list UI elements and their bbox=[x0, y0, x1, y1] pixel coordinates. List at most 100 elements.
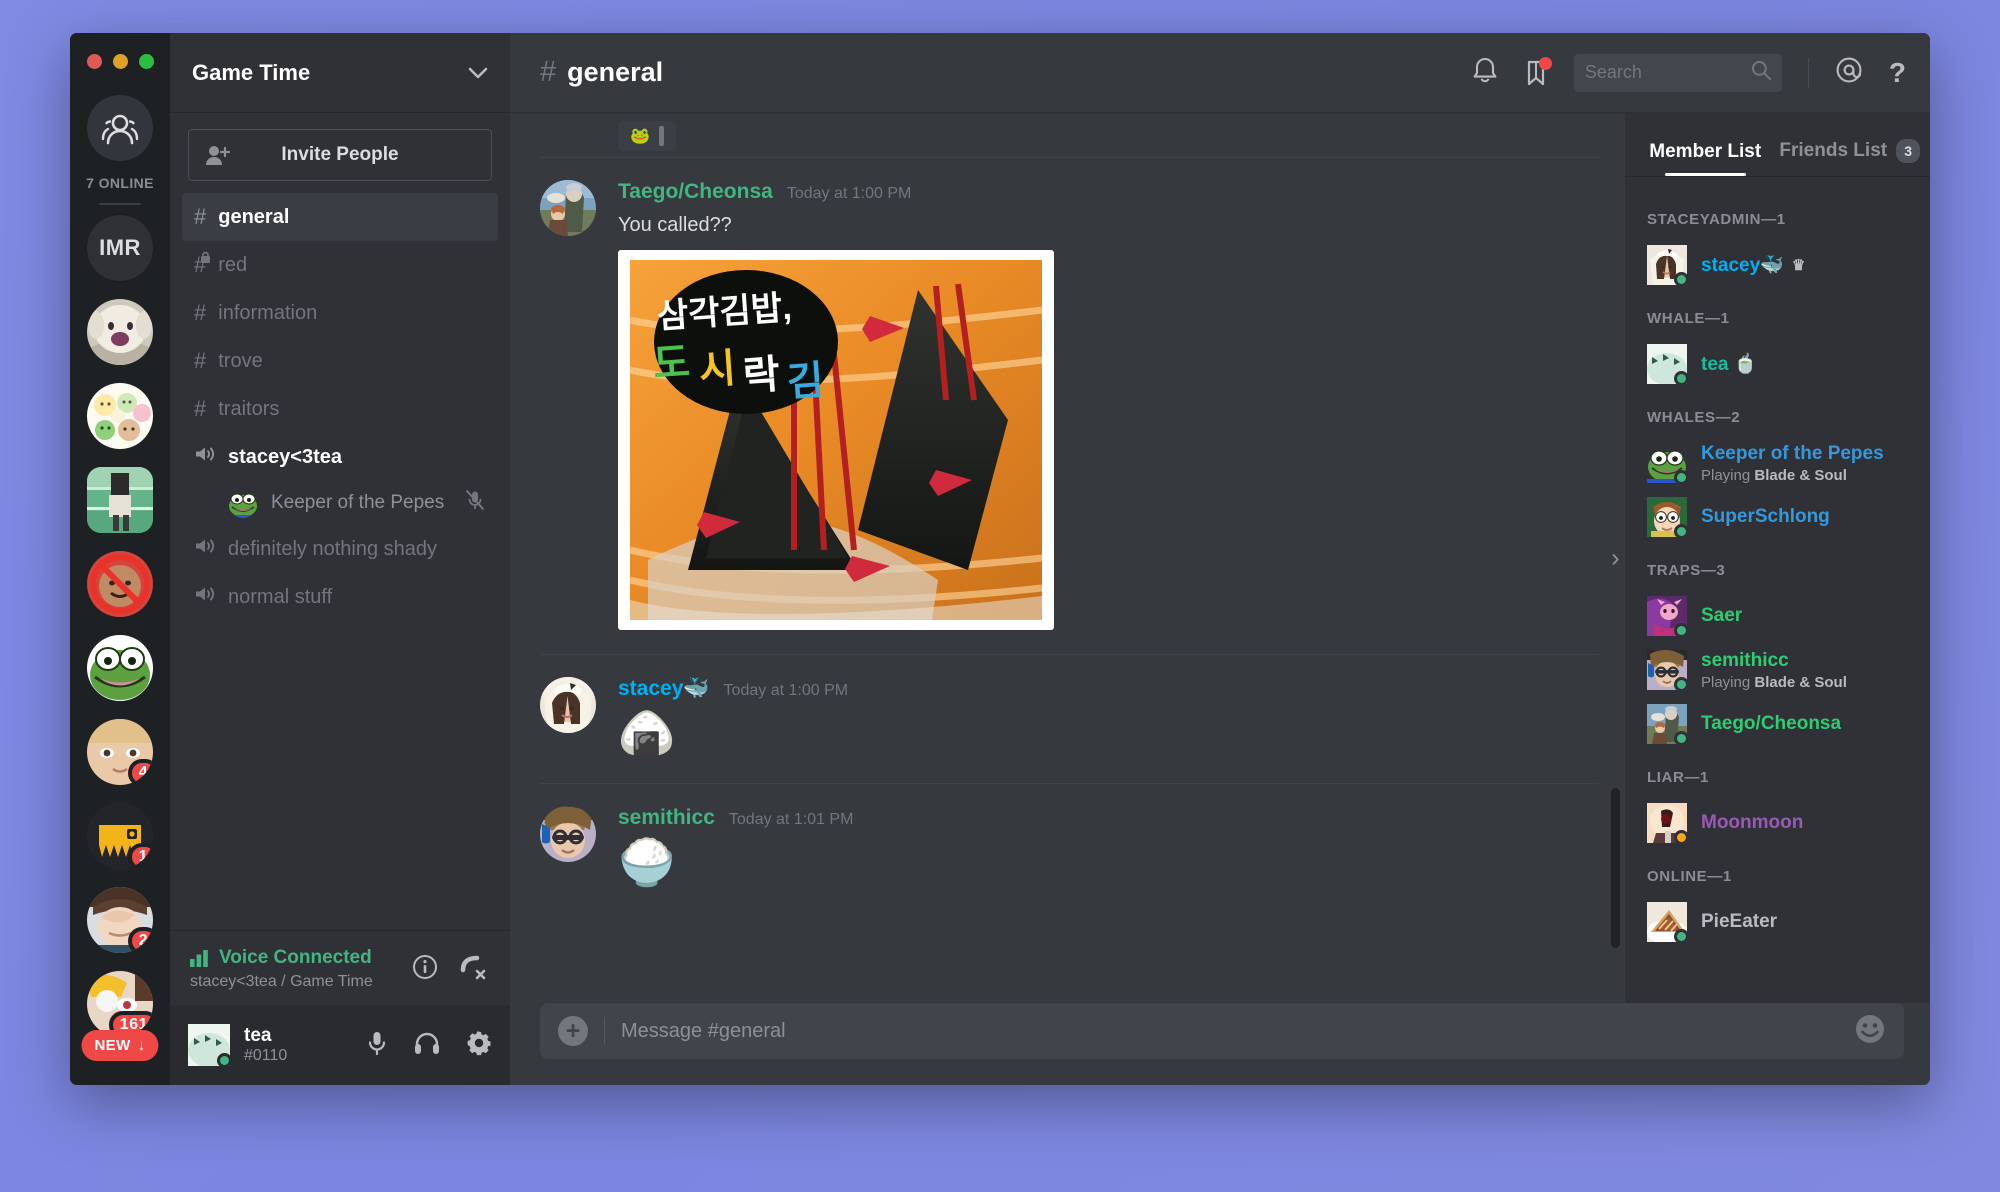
member-info: PieEater bbox=[1701, 911, 1777, 933]
minimize-window-button[interactable] bbox=[113, 54, 128, 69]
server-icon-stickers[interactable] bbox=[87, 383, 153, 449]
server-icon-facepalm[interactable]: 2 bbox=[87, 887, 153, 953]
server-icon-dog[interactable] bbox=[87, 299, 153, 365]
close-window-button[interactable] bbox=[87, 54, 102, 69]
message-timestamp: Today at 1:01 PM bbox=[728, 810, 854, 828]
gear-icon[interactable] bbox=[466, 1030, 492, 1061]
voice-channel-normal-stuff[interactable]: normal stuff bbox=[182, 573, 498, 621]
avatar[interactable] bbox=[540, 677, 596, 733]
member-info: Saer bbox=[1701, 605, 1742, 627]
invite-people-button[interactable]: Invite People bbox=[188, 129, 492, 181]
server-header[interactable]: Game Time bbox=[170, 33, 510, 113]
voice-member-keeper-of-the-pepes[interactable]: Keeper of the Pepes bbox=[182, 481, 498, 525]
member-row[interactable]: PieEater bbox=[1625, 895, 1930, 949]
server-icon-noface[interactable] bbox=[87, 551, 153, 617]
server-icon-pepe[interactable] bbox=[87, 635, 153, 701]
message-header: Taego/Cheonsa Today at 1:00 PM bbox=[618, 180, 1599, 204]
presence-indicator bbox=[1674, 371, 1689, 386]
hash-icon: # bbox=[194, 204, 207, 229]
chevron-right-icon[interactable]: › bbox=[1611, 543, 1620, 574]
channel-header: # general Search ? bbox=[510, 33, 1930, 113]
message-image-attachment[interactable]: 삼각김밥, 도 시 락 김 bbox=[618, 250, 1054, 630]
tab-member-list[interactable]: Member List bbox=[1633, 141, 1778, 176]
member-row[interactable]: Saer bbox=[1625, 589, 1930, 643]
member-row[interactable]: tea 🍵 bbox=[1625, 337, 1930, 391]
member-row[interactable]: Keeper of the Pepes Playing Blade & Soul bbox=[1625, 436, 1930, 490]
kimbap-photo-art: 삼각김밥, 도 시 락 김 bbox=[629, 260, 1043, 620]
mention-icon[interactable] bbox=[1835, 56, 1863, 89]
message-author[interactable]: Taego/Cheonsa bbox=[618, 180, 773, 204]
channel-information[interactable]: # information bbox=[182, 289, 498, 337]
headphones-icon[interactable] bbox=[414, 1031, 440, 1060]
server-icon-imr[interactable]: IMR bbox=[87, 215, 153, 281]
channel-label: traitors bbox=[218, 397, 280, 420]
member-name: tea 🍵 bbox=[1701, 354, 1758, 375]
message-scrollbar[interactable] bbox=[1611, 788, 1620, 948]
current-user-info: tea #0110 bbox=[244, 1025, 287, 1065]
channel-label: normal stuff bbox=[228, 585, 333, 608]
help-icon[interactable]: ? bbox=[1889, 58, 1906, 87]
plus-icon[interactable]: + bbox=[558, 1016, 588, 1046]
maximize-window-button[interactable] bbox=[139, 54, 154, 69]
channel-trove[interactable]: # trove bbox=[182, 337, 498, 385]
tab-friends-list[interactable]: Friends List 3 bbox=[1778, 139, 1923, 176]
server-icon-yellow-monster[interactable]: 1 bbox=[87, 803, 153, 869]
member-row[interactable]: semithicc Playing Blade & Soul bbox=[1625, 643, 1930, 697]
member-name: Keeper of the Pepes bbox=[1701, 442, 1884, 464]
current-user-avatar[interactable] bbox=[188, 1024, 232, 1068]
voice-member-avatar bbox=[228, 488, 258, 518]
new-messages-pill[interactable]: NEW ↓ bbox=[81, 1030, 159, 1061]
emoji-icon[interactable] bbox=[1854, 1013, 1886, 1050]
search-input[interactable] bbox=[1584, 62, 1743, 83]
activity-game: Blade & Soul bbox=[1754, 673, 1847, 691]
voice-channel-stacey3tea[interactable]: stacey<3tea bbox=[182, 433, 498, 481]
phone-hangup-icon[interactable] bbox=[460, 954, 490, 985]
dog-avatar-art bbox=[87, 299, 153, 365]
microphone-icon[interactable] bbox=[366, 1030, 388, 1061]
server-rail: 7 ONLINE IMR 4 1 2 161 NEW ↓ bbox=[70, 33, 170, 1085]
member-info: tea 🍵 bbox=[1701, 352, 1757, 376]
pin-unread-badge bbox=[1538, 56, 1552, 70]
message-author[interactable]: stacey🐳 bbox=[618, 677, 710, 701]
channel-general[interactable]: # general bbox=[182, 193, 498, 241]
message-timestamp: Today at 1:00 PM bbox=[786, 185, 912, 202]
message-composer[interactable]: + Message #general bbox=[540, 1003, 1904, 1059]
friends-home-button[interactable] bbox=[87, 95, 153, 161]
channel-traitors[interactable]: # traitors bbox=[182, 385, 498, 433]
channel-list: Invite People # general # red # informat… bbox=[170, 113, 510, 930]
composer-area: + Message #general bbox=[510, 1003, 1930, 1085]
bell-icon[interactable] bbox=[1472, 56, 1498, 89]
voice-channel-definitely-nothing-shady[interactable]: definitely nothing shady bbox=[182, 525, 498, 573]
message-header: stacey🐳 Today at 1:00 PM bbox=[618, 677, 1599, 701]
member-row[interactable]: SuperSchlong bbox=[1625, 490, 1930, 544]
avatar bbox=[1647, 902, 1689, 944]
message-author[interactable]: semithicc bbox=[618, 806, 715, 830]
channel-label: red bbox=[218, 253, 248, 276]
presence-indicator bbox=[1674, 623, 1689, 638]
main-content: # general Search ? 🐸 Taego/Cheonsa Today… bbox=[510, 33, 1930, 1085]
speaker-icon bbox=[194, 585, 216, 609]
member-row[interactable]: Taego/Cheonsa bbox=[1625, 697, 1930, 751]
search-icon bbox=[1751, 60, 1771, 85]
server-icon-track[interactable] bbox=[87, 467, 153, 533]
channel-red[interactable]: # red bbox=[182, 241, 498, 289]
pin-icon[interactable] bbox=[1524, 56, 1552, 87]
noface-avatar-art bbox=[87, 551, 153, 617]
voice-member-name: Keeper of the Pepes bbox=[271, 492, 445, 513]
message-reaction[interactable]: 🐸 bbox=[618, 121, 676, 151]
server-name: Game Time bbox=[192, 59, 311, 85]
member-row[interactable]: Moonmoon bbox=[1625, 796, 1930, 850]
avatar[interactable] bbox=[540, 805, 596, 862]
message-input[interactable]: Message #general bbox=[621, 1020, 1838, 1043]
avatar bbox=[1647, 596, 1689, 638]
channel-label: general bbox=[218, 205, 290, 228]
hash-icon: # bbox=[540, 56, 557, 88]
info-icon[interactable] bbox=[412, 954, 438, 985]
pepe-avatar-art bbox=[87, 635, 153, 701]
avatar[interactable] bbox=[540, 180, 596, 236]
server-icon-anime-girl[interactable]: 4 bbox=[87, 719, 153, 785]
member-row[interactable]: stacey🐳 ♛ bbox=[1625, 238, 1930, 292]
search-box[interactable] bbox=[1573, 53, 1782, 92]
partial-message-top: 🐸 bbox=[540, 113, 1599, 157]
server-icon-dva[interactable]: 161 bbox=[87, 971, 153, 1037]
